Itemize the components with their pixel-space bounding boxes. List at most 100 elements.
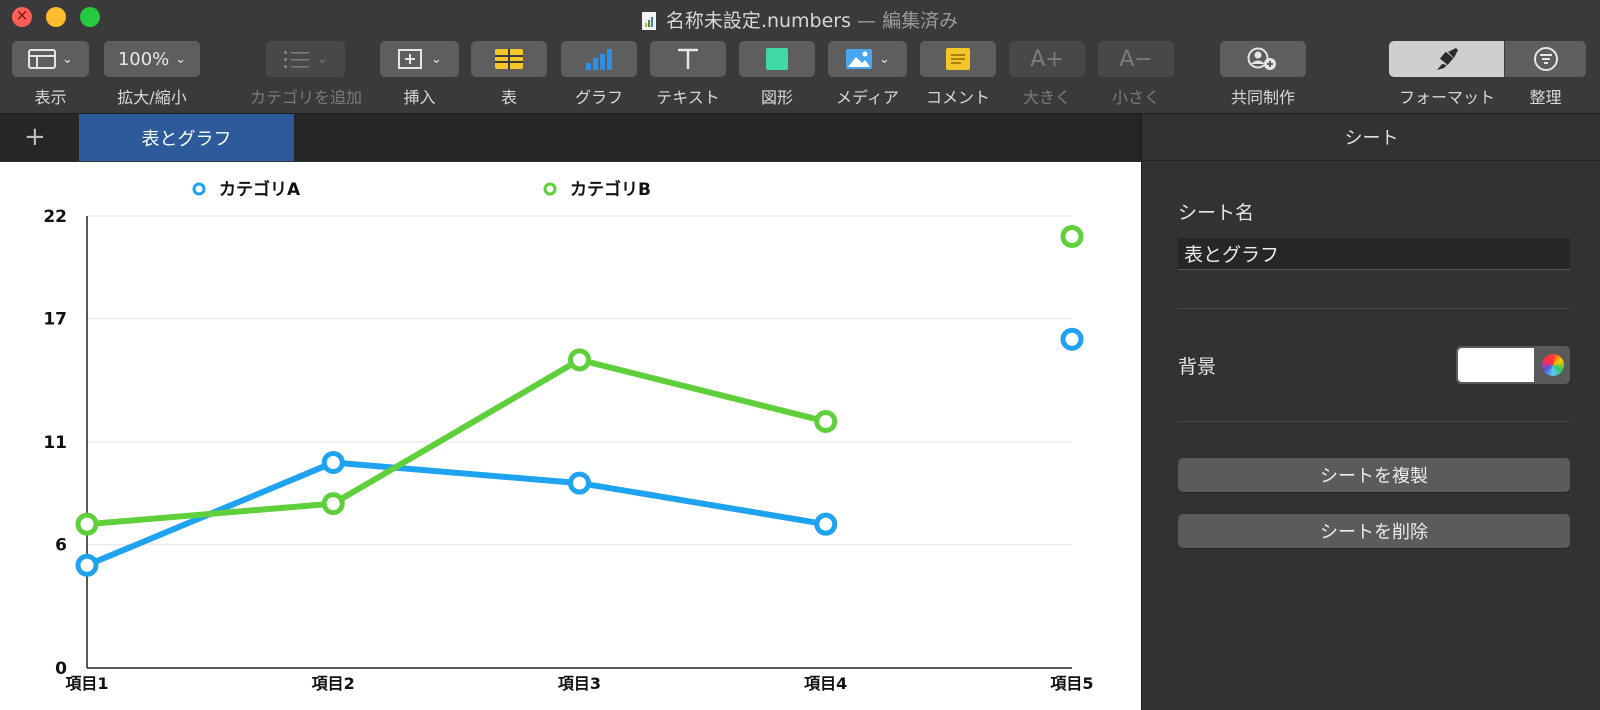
table-icon (495, 49, 523, 69)
data-point[interactable] (1060, 327, 1084, 351)
font-bigger-icon: A+ (1030, 46, 1064, 72)
chevron-down-icon: ⌄ (879, 51, 890, 67)
window-title: 名称未設定.numbers — 編集済み (0, 6, 1600, 33)
comment-label: コメント (925, 88, 990, 107)
series-line-segment (84, 500, 337, 528)
text-label: テキスト (656, 88, 720, 107)
legend-item: カテゴリB (543, 179, 651, 200)
series-line-segment (576, 480, 829, 528)
zoom-value: 100% (117, 48, 170, 70)
sheet-name-label: シート名 (1178, 202, 1255, 224)
smaller-label: 小さく (1111, 88, 1160, 107)
bigger-label: 大きく (1022, 88, 1071, 107)
sheet-canvas: 0 6 11 17 22 項目1 項目2 項目3 項目4 項目5 カテゴリA カテゴリB (0, 162, 1141, 710)
text-button[interactable] (650, 41, 726, 77)
legend-label: カテゴリA (219, 179, 301, 200)
bigger-button[interactable]: A+ (1009, 41, 1085, 77)
sheet-name-field[interactable]: 表とグラフ (1178, 238, 1570, 270)
shape-button[interactable] (739, 41, 815, 77)
square-shape-icon (766, 48, 788, 70)
insert-icon (398, 49, 423, 69)
zoom-label: 拡大/縮小 (117, 88, 187, 107)
delete-sheet-button[interactable]: シートを削除 (1178, 514, 1570, 548)
line-chart[interactable]: 06111722項目1 項目2 項目3 項目4 項目5カテゴリA カテゴリB (0, 162, 1141, 710)
media-button[interactable]: ⌄ (828, 41, 907, 77)
x-tick-label: 項目1 (65, 674, 108, 693)
table-button[interactable] (471, 41, 547, 77)
chart-button[interactable] (561, 41, 637, 77)
collaborate-label: 共同制作 (1230, 88, 1295, 107)
table-label: 表 (500, 88, 517, 107)
legend-item: カテゴリA (192, 179, 301, 200)
title-bar: 名称未設定.numbers — 編集済み (0, 0, 1600, 36)
legend-marker (543, 182, 557, 196)
x-tick-label: 項目2 (312, 674, 355, 693)
numbers-document-icon (641, 12, 656, 30)
duplicate-sheet-button[interactable]: シートを複製 (1178, 458, 1570, 492)
data-point[interactable] (814, 409, 838, 433)
bar-chart-icon (586, 49, 612, 70)
x-tick-label: 項目5 (1050, 674, 1093, 693)
data-point[interactable] (321, 451, 345, 475)
smaller-button[interactable]: A− (1098, 41, 1174, 77)
collaborate-button[interactable] (1220, 41, 1306, 77)
chevron-down-icon: ⌄ (175, 51, 187, 67)
add-category-button[interactable]: ⌄ (266, 41, 345, 77)
organize-label: 整理 (1529, 88, 1562, 107)
add-sheet-button[interactable]: + (24, 122, 46, 152)
legend-marker (192, 182, 206, 196)
divider (1178, 308, 1570, 309)
comment-button[interactable] (920, 41, 996, 77)
color-wheel-icon[interactable] (1542, 354, 1564, 376)
y-tick-label: 22 (43, 207, 67, 227)
organize-button[interactable] (1504, 41, 1586, 77)
format-label: フォーマット (1398, 88, 1495, 107)
insert-button[interactable]: ⌄ (380, 41, 459, 77)
tab-sheet-table-and-chart[interactable]: 表とグラフ (79, 114, 294, 161)
format-button[interactable] (1389, 41, 1505, 77)
paintbrush-icon (1436, 48, 1458, 70)
view-label: 表示 (34, 88, 67, 107)
inspector-sidebar: シート シート名 表とグラフ 背景 シートを複製 シートを削除 (1141, 114, 1600, 710)
inspector-segmented-control (1389, 41, 1586, 77)
sheet-tab-bar: + 表とグラフ (0, 114, 1141, 161)
chevron-down-icon: ⌄ (62, 51, 73, 67)
edit-status: — 編集済み (857, 10, 959, 32)
shape-label: 図形 (760, 88, 793, 107)
media-label: メディア (836, 88, 899, 107)
sidebar-layout-icon (28, 49, 57, 69)
background-color-well[interactable] (1456, 346, 1570, 384)
legend-label: カテゴリB (570, 179, 651, 200)
x-tick-label: 項目4 (804, 674, 847, 693)
text-icon (678, 48, 698, 69)
zoom-select[interactable]: 100% ⌄ (104, 41, 200, 77)
data-point[interactable] (568, 471, 591, 495)
y-tick-label: 6 (55, 536, 67, 556)
data-point[interactable] (814, 512, 838, 536)
data-point[interactable] (568, 348, 591, 372)
list-icon (284, 51, 310, 68)
chevron-down-icon: ⌄ (317, 51, 328, 67)
background-label: 背景 (1178, 356, 1217, 378)
divider (1178, 421, 1570, 422)
document-name: 名称未設定.numbers (665, 10, 851, 32)
data-point[interactable] (75, 512, 99, 536)
data-point[interactable] (75, 553, 99, 577)
organize-icon (1533, 47, 1558, 71)
app-window: 名称未設定.numbers — 編集済み ⌄ 表示 100% ⌄ 拡大/縮小 ⌄… (0, 0, 1600, 710)
photo-icon (846, 49, 873, 69)
data-point[interactable] (1060, 225, 1084, 249)
inspector-header: シート (1142, 114, 1600, 161)
y-tick-label: 11 (43, 433, 67, 453)
background-color-swatch[interactable] (1458, 348, 1534, 382)
x-tick-label: 項目3 (558, 674, 601, 693)
toolbar: ⌄ 表示 100% ⌄ 拡大/縮小 ⌄ カテゴリを追加 ⌄ 挿入 表 グラフ テ… (0, 36, 1600, 114)
series-line-segment (576, 356, 829, 425)
insert-label: 挿入 (403, 88, 436, 107)
view-button[interactable]: ⌄ (12, 41, 89, 77)
add-person-icon (1247, 47, 1276, 70)
sticky-note-icon (946, 48, 970, 70)
add-category-label: カテゴリを追加 (249, 88, 362, 107)
data-point[interactable] (321, 492, 345, 516)
y-tick-label: 17 (43, 310, 67, 330)
